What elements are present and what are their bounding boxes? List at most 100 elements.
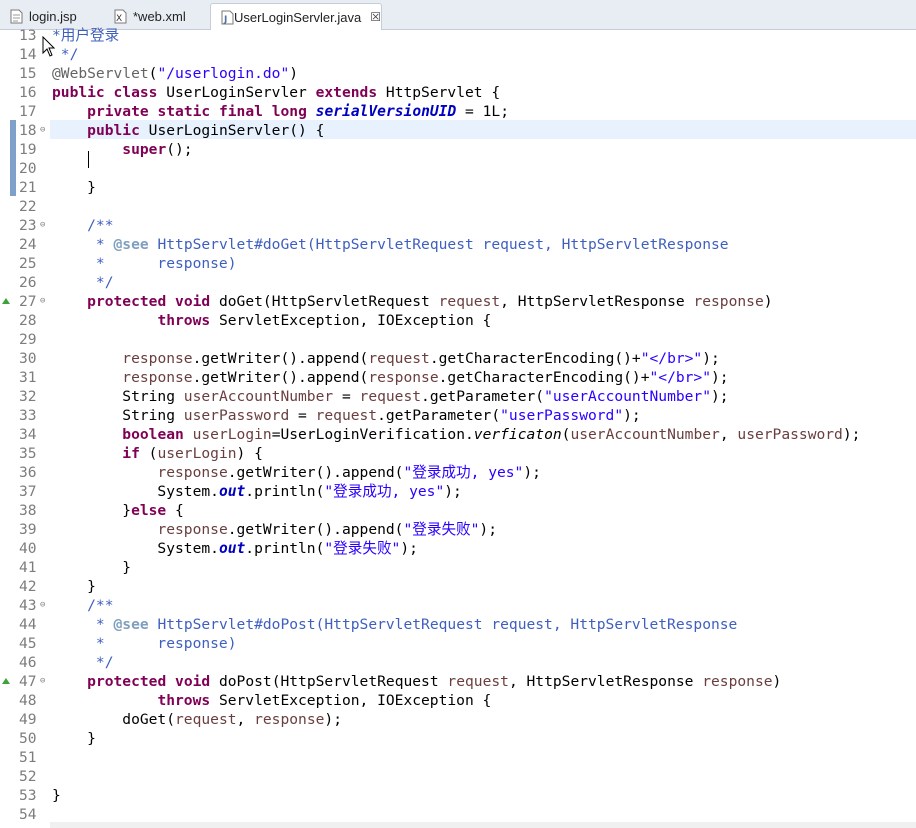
fold-toggle-icon[interactable]: ⊖ (40, 126, 48, 135)
code-token: } (52, 787, 61, 804)
code-text: response.getWriter().append("登录成功, yes")… (52, 463, 541, 482)
code-editor[interactable]: 13 *用户登录 14 */15 @WebServlet("/userlogin.do… (0, 27, 916, 828)
code-line[interactable]: 38 }else { (0, 501, 916, 520)
code-token: else (131, 502, 167, 519)
code-line[interactable]: 40 System.out.println("登录失败"); (0, 539, 916, 558)
code-token: void (175, 673, 211, 690)
code-token: System. (52, 483, 219, 500)
code-text: } (52, 786, 61, 805)
code-line[interactable]: 52 (0, 767, 916, 786)
code-token: } (52, 578, 96, 595)
fold-toggle-icon[interactable]: ⊖ (40, 677, 48, 686)
horizontal-scrollbar[interactable] (50, 822, 916, 828)
code-line[interactable]: 50 } (0, 729, 916, 748)
code-line[interactable]: 14 */ (0, 45, 916, 64)
code-line[interactable]: 28 throws ServletException, IOException … (0, 311, 916, 330)
code-text: * @see HttpServlet#doPost(HttpServletReq… (52, 615, 737, 634)
code-line[interactable]: 27 ⊖ protected void doGet(HttpServletRequ… (0, 292, 916, 311)
code-token: "userPassword" (500, 407, 624, 424)
code-line[interactable]: 24 * @see HttpServlet#doGet(HttpServletR… (0, 235, 916, 254)
code-token: /** (52, 597, 114, 614)
code-token: HttpServlet { (377, 84, 501, 101)
fold-toggle-icon[interactable]: ⊖ (40, 221, 48, 230)
code-token: response (368, 369, 439, 386)
close-tab-icon[interactable]: ☒ (370, 10, 381, 24)
code-line[interactable]: 32 String userAccountNumber = request.ge… (0, 387, 916, 406)
code-text: throws ServletException, IOException { (52, 691, 491, 710)
code-token: ); (711, 369, 729, 386)
code-line[interactable]: 44 * @see HttpServlet#doPost(HttpServlet… (0, 615, 916, 634)
code-line[interactable]: 19 super(); (0, 140, 916, 159)
code-token: UserLoginServler() { (139, 122, 325, 139)
code-line[interactable]: 25 * response) (0, 254, 916, 273)
code-line[interactable]: 33 String userPassword = request.getPara… (0, 406, 916, 425)
code-token: String (52, 388, 184, 405)
code-token: .getCharacterEncoding()+ (429, 350, 641, 367)
code-line[interactable]: 53} (0, 786, 916, 805)
code-line[interactable]: 48 throws ServletException, IOException … (0, 691, 916, 710)
code-line[interactable]: 15 @WebServlet("/userlogin.do") (0, 64, 916, 83)
code-text: String userPassword = request.getParamet… (52, 406, 640, 425)
java-file-icon: J (221, 10, 234, 25)
code-line[interactable]: 35 if (userLogin) { (0, 444, 916, 463)
code-token: protected (87, 293, 167, 310)
code-token: ); (444, 483, 462, 500)
code-line[interactable]: 47 ⊖ protected void doPost(HttpServletReq… (0, 672, 916, 691)
code-text: */ (52, 273, 114, 292)
code-line[interactable]: 41 } (0, 558, 916, 577)
code-line[interactable]: 51 (0, 748, 916, 767)
line-number: 41 (19, 559, 37, 576)
code-line[interactable]: 43 ⊖ /** (0, 596, 916, 615)
code-line[interactable]: 34 boolean userLogin=UserLoginVerificati… (0, 425, 916, 444)
code-line[interactable]: 23 ⊖ /** (0, 216, 916, 235)
line-number: 39 (19, 521, 37, 538)
code-line[interactable]: 21 } (0, 178, 916, 197)
code-token: * (52, 616, 114, 633)
line-number: 24 (19, 236, 37, 253)
code-token: .println( (245, 540, 325, 557)
code-line[interactable]: 17 private static final long serialVersi… (0, 102, 916, 121)
code-token: response (122, 350, 193, 367)
code-text: throws ServletException, IOException { (52, 311, 491, 330)
code-line[interactable]: 42 } (0, 577, 916, 596)
code-token: throws (157, 312, 211, 329)
code-line[interactable]: 29 (0, 330, 916, 349)
code-line[interactable]: 16 public class UserLoginServler extends … (0, 83, 916, 102)
code-token: out (218, 483, 246, 500)
code-line[interactable]: 20 (0, 159, 916, 178)
code-line[interactable]: 45 * response) (0, 634, 916, 653)
line-number: 46 (19, 654, 37, 671)
code-token: response (157, 464, 228, 481)
code-line[interactable]: 30 response.getWriter().append(request.g… (0, 349, 916, 368)
code-line[interactable]: 22 (0, 197, 916, 216)
code-line[interactable]: 18 ⊖ public UserLoginServler() { (0, 121, 916, 140)
code-line[interactable]: 46 */ (0, 653, 916, 672)
code-token: super (122, 141, 167, 158)
code-line[interactable]: 13 *用户登录 (0, 26, 916, 45)
code-line[interactable]: 49 doGet(request, response); (0, 710, 916, 729)
code-line[interactable]: 31 response.getWriter().append(response.… (0, 368, 916, 387)
code-token: , HttpServletResponse (508, 673, 703, 690)
code-token: private (87, 103, 149, 120)
code-token: doPost(HttpServletRequest (210, 673, 448, 690)
code-token: doGet(HttpServletRequest (210, 293, 439, 310)
code-text: response.getWriter().append(request.getC… (52, 349, 720, 368)
code-line[interactable]: 37 System.out.println("登录成功, yes"); (0, 482, 916, 501)
code-token: "登录成功, yes" (403, 464, 524, 481)
code-line[interactable]: 39 response.getWriter().append("登录失败"); (0, 520, 916, 539)
code-token: ) (772, 673, 782, 690)
tab-label: login.jsp (29, 9, 77, 24)
code-token: userPassword (737, 426, 843, 443)
fold-toggle-icon[interactable]: ⊖ (40, 601, 48, 610)
code-line[interactable]: 26 */ (0, 273, 916, 292)
code-token: request (368, 350, 430, 367)
code-token: ); (324, 711, 342, 728)
fold-toggle-icon[interactable]: ⊖ (40, 297, 48, 306)
code-line[interactable]: 36 response.getWriter().append("登录成功, ye… (0, 463, 916, 482)
code-token: } (52, 559, 132, 576)
